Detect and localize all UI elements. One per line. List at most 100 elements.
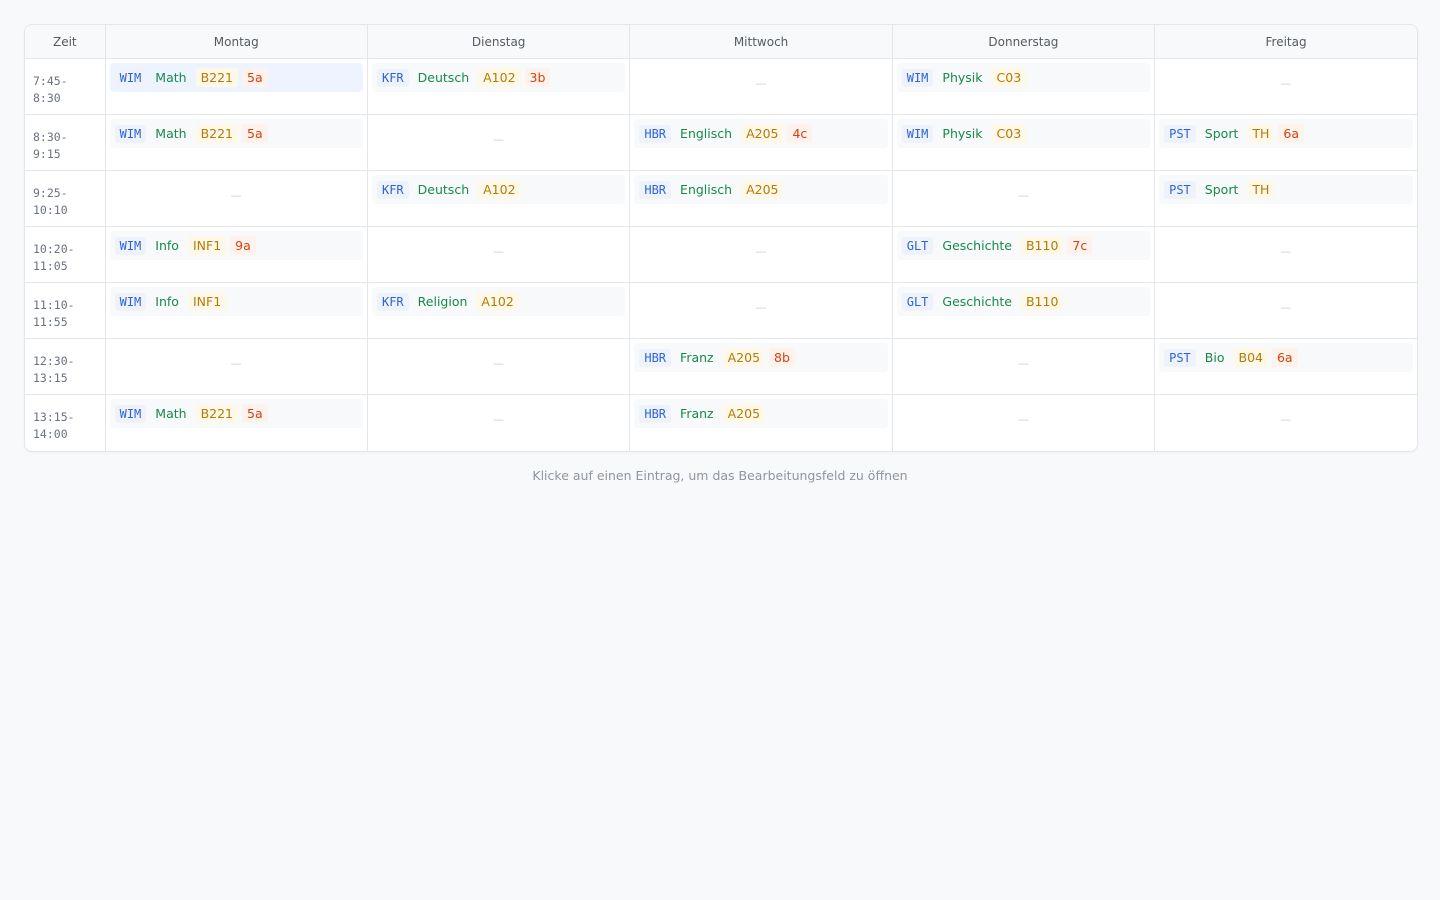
subject-label: Religion bbox=[417, 294, 468, 309]
cell-thursday: — bbox=[892, 170, 1156, 227]
teacher-tag: PST bbox=[1164, 180, 1196, 199]
subject-label: Englisch bbox=[680, 182, 733, 197]
teacher-tag: KFR bbox=[376, 292, 409, 311]
lesson-entry[interactable]: GLT Geschichte B110 7c bbox=[896, 231, 1151, 260]
lesson-entry[interactable]: WIM Physik C03 bbox=[896, 63, 1151, 92]
lesson-entry[interactable]: HBR Franz A205 bbox=[634, 399, 888, 428]
cell-tuesday: KFR Deutsch A102 bbox=[367, 170, 631, 227]
empty-slot[interactable]: — bbox=[1159, 63, 1413, 91]
empty-slot[interactable]: — bbox=[634, 287, 887, 315]
class-tag: 7c bbox=[1067, 236, 1093, 255]
teacher-tag: HBR bbox=[639, 404, 672, 423]
cell-wednesday: HBR Englisch A205 4c bbox=[629, 114, 893, 171]
empty-slot[interactable]: — bbox=[634, 63, 887, 91]
cell-monday: WIM Info INF1 9a bbox=[105, 226, 368, 283]
teacher-tag: WIM bbox=[114, 68, 147, 87]
empty-slot[interactable]: — bbox=[372, 231, 625, 259]
teacher-tag: WIM bbox=[114, 404, 147, 423]
day-header-tuesday: Dienstag bbox=[367, 25, 631, 59]
subject-label: Info bbox=[155, 294, 179, 309]
lesson-entry[interactable]: HBR Franz A205 8b bbox=[634, 343, 888, 372]
empty-slot[interactable]: — bbox=[897, 343, 1150, 371]
empty-slot[interactable]: — bbox=[1159, 231, 1413, 259]
lesson-entry[interactable]: WIM Math B221 5a bbox=[109, 119, 363, 148]
timetable-row: 11:10- 11:55 WIM Info INF1 KFR Religion A102 — G… bbox=[25, 282, 1417, 339]
empty-slot[interactable]: — bbox=[634, 231, 887, 259]
empty-slot[interactable]: — bbox=[897, 175, 1150, 203]
teacher-tag: PST bbox=[1164, 348, 1196, 367]
lesson-entry[interactable]: HBR Englisch A205 bbox=[634, 175, 888, 204]
subject-label: Englisch bbox=[680, 126, 733, 141]
day-header-friday: Freitag bbox=[1154, 25, 1417, 59]
cell-thursday: — bbox=[892, 338, 1156, 395]
cell-monday: — bbox=[105, 170, 368, 227]
lesson-entry[interactable]: WIM Physik C03 bbox=[896, 119, 1151, 148]
cell-friday: — bbox=[1154, 226, 1417, 283]
empty-slot[interactable]: — bbox=[1159, 287, 1413, 315]
teacher-tag: GLT bbox=[901, 292, 934, 311]
room-tag: A102 bbox=[478, 68, 521, 87]
room-tag: B110 bbox=[1020, 292, 1064, 311]
room-tag: C03 bbox=[991, 68, 1027, 87]
room-tag: A205 bbox=[722, 348, 766, 367]
class-tag: 5a bbox=[242, 68, 268, 87]
class-tag: 6a bbox=[1278, 124, 1305, 143]
room-tag: B04 bbox=[1233, 348, 1268, 367]
time-slot-label: 11:10- 11:55 bbox=[33, 298, 75, 329]
cell-wednesday: HBR Franz A205 8b bbox=[629, 338, 893, 395]
teacher-tag: WIM bbox=[114, 292, 147, 311]
subject-label: Franz bbox=[680, 350, 714, 365]
lesson-entry[interactable]: HBR Englisch A205 4c bbox=[634, 119, 888, 148]
room-tag: B221 bbox=[195, 124, 239, 143]
timetable-row: 13:15- 14:00 WIM Math B221 5a — HBR Franz A205 — — bbox=[25, 394, 1417, 451]
lesson-entry[interactable]: KFR Religion A102 bbox=[371, 287, 626, 316]
cell-friday: PST Bio B04 6a bbox=[1154, 338, 1417, 395]
day-header-monday: Montag bbox=[105, 25, 368, 59]
lesson-entry[interactable]: PST Bio B04 6a bbox=[1159, 343, 1413, 372]
teacher-tag: KFR bbox=[376, 68, 409, 87]
class-tag: 5a bbox=[242, 404, 268, 423]
room-tag: TH bbox=[1247, 180, 1275, 199]
lesson-entry[interactable]: KFR Deutsch A102 bbox=[371, 175, 626, 204]
lesson-entry[interactable]: WIM Math B221 5a bbox=[109, 63, 363, 92]
lesson-entry[interactable]: WIM Math B221 5a bbox=[109, 399, 363, 428]
empty-slot[interactable]: — bbox=[372, 119, 625, 147]
cell-tuesday: — bbox=[367, 114, 631, 171]
subject-label: Physik bbox=[942, 70, 983, 85]
subject-label: Sport bbox=[1204, 126, 1239, 141]
cell-friday: PST Sport TH bbox=[1154, 170, 1417, 227]
cell-wednesday: — bbox=[629, 226, 893, 283]
lesson-entry[interactable]: WIM Info INF1 9a bbox=[109, 231, 363, 260]
empty-slot[interactable]: — bbox=[110, 175, 363, 203]
subject-label: Math bbox=[155, 406, 187, 421]
teacher-tag: KFR bbox=[376, 180, 409, 199]
time-slot: 7:45- 8:30 bbox=[25, 58, 106, 115]
cell-friday: — bbox=[1154, 282, 1417, 339]
room-tag: A102 bbox=[476, 292, 519, 311]
time-slot-label: 7:45- 8:30 bbox=[33, 74, 68, 105]
empty-slot[interactable]: — bbox=[897, 399, 1150, 427]
time-slot: 8:30- 9:15 bbox=[25, 114, 106, 171]
empty-slot[interactable]: — bbox=[110, 343, 363, 371]
time-column-header: Zeit bbox=[25, 25, 106, 59]
cell-thursday: GLT Geschichte B110 bbox=[892, 282, 1156, 339]
empty-slot[interactable]: — bbox=[372, 343, 625, 371]
time-slot: 12:30- 13:15 bbox=[25, 338, 106, 395]
lesson-entry[interactable]: WIM Info INF1 bbox=[109, 287, 363, 316]
lesson-entry[interactable]: PST Sport TH bbox=[1159, 175, 1413, 204]
room-tag: A102 bbox=[478, 180, 521, 199]
cell-monday: — bbox=[105, 338, 368, 395]
subject-label: Math bbox=[155, 126, 187, 141]
empty-slot[interactable]: — bbox=[1159, 399, 1413, 427]
lesson-entry[interactable]: GLT Geschichte B110 bbox=[896, 287, 1151, 316]
lesson-entry[interactable]: KFR Deutsch A102 3b bbox=[371, 63, 626, 92]
class-tag: 6a bbox=[1271, 348, 1298, 367]
room-tag: INF1 bbox=[187, 292, 227, 311]
lesson-entry[interactable]: PST Sport TH 6a bbox=[1159, 119, 1413, 148]
empty-slot[interactable]: — bbox=[372, 399, 625, 427]
class-tag: 8b bbox=[769, 348, 795, 367]
cell-monday: WIM Math B221 5a bbox=[105, 114, 368, 171]
room-tag: INF1 bbox=[187, 236, 227, 255]
room-tag: TH bbox=[1247, 124, 1275, 143]
cell-tuesday: KFR Religion A102 bbox=[367, 282, 631, 339]
